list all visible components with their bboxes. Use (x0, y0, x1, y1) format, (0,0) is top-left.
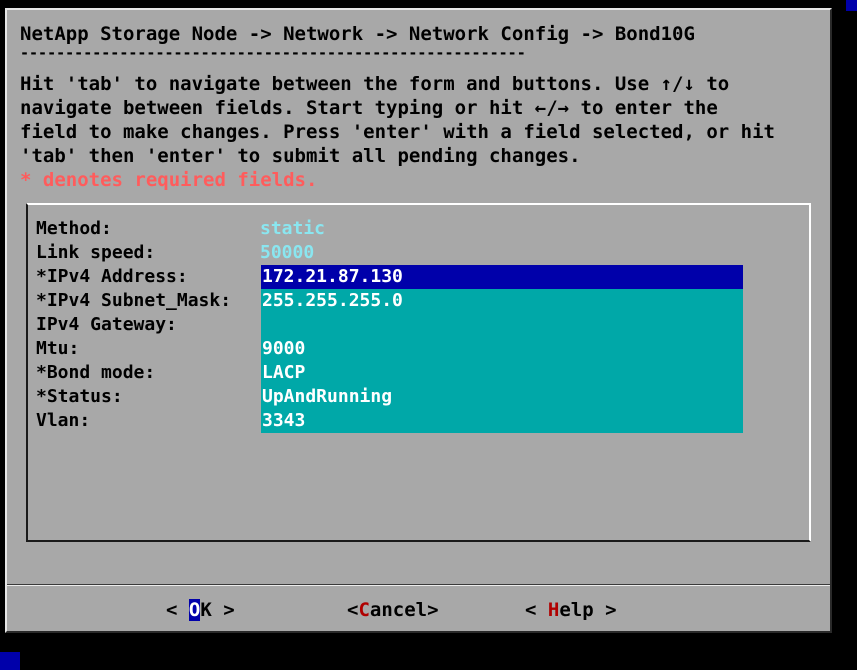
help-text-line-1: Hit 'tab' to navigate between the form a… (20, 73, 730, 95)
vlan-field[interactable]: 3343 (261, 409, 743, 433)
editable-fields: 172.21.87.130 255.255.255.0 9000 LACP Up… (261, 265, 743, 433)
bond-mode-label: *Bond mode: (36, 362, 156, 383)
bond10g-dialog: NetApp Storage Node -> Network -> Networ… (5, 8, 832, 633)
help-button-hotkey: H (547, 599, 560, 621)
help-text-line-3: field to make changes. Press 'enter' wit… (20, 121, 775, 143)
link-speed-value: 50000 (260, 242, 315, 263)
cancel-button-close: > (427, 599, 439, 621)
status-field[interactable]: UpAndRunning (261, 385, 743, 409)
ipv4-subnet-mask-field[interactable]: 255.255.255.0 (261, 289, 743, 313)
ok-button-label: K (200, 599, 212, 621)
mtu-label: Mtu: (36, 338, 80, 359)
help-button[interactable]: < Help > (525, 598, 617, 622)
bond-mode-field[interactable]: LACP (261, 361, 743, 385)
ipv4-subnet-mask-label: *IPv4 Subnet_Mask: (36, 290, 232, 311)
required-fields-note: * denotes required fields. (20, 169, 318, 191)
help-text-line-4: 'tab' then 'enter' to submit all pending… (20, 145, 581, 167)
help-text-line-2: navigate between fields. Start typing or… (20, 97, 718, 119)
vlan-label: Vlan: (36, 410, 91, 431)
title-separator: ----------------------------------------… (20, 44, 526, 62)
corner-accent (0, 652, 20, 670)
ok-button-close: > (211, 599, 235, 621)
dialog-title: NetApp Storage Node -> Network -> Networ… (20, 23, 695, 45)
link-speed-label: Link speed: (36, 242, 156, 263)
network-config-form: Method: Link speed: *IPv4 Address: *IPv4… (26, 203, 811, 542)
cancel-button-label: ancel (369, 599, 428, 621)
mtu-field[interactable]: 9000 (261, 337, 743, 361)
cancel-button[interactable]: <Cancel> (347, 598, 439, 622)
ipv4-address-label: *IPv4 Address: (36, 266, 188, 287)
method-label: Method: (36, 218, 112, 239)
ok-button-hotkey: O (188, 599, 201, 621)
status-label: *Status: (36, 386, 123, 407)
cancel-button-hotkey: C (358, 599, 370, 621)
ipv4-gateway-field[interactable] (261, 313, 743, 337)
ok-button[interactable]: < OK > (166, 598, 235, 622)
help-button-open: < (525, 599, 548, 621)
help-button-label: elp (559, 599, 594, 621)
ok-button-open: < (166, 599, 189, 621)
cancel-button-open: < (347, 599, 359, 621)
corner-accent (846, 0, 857, 11)
method-value: static (260, 218, 326, 239)
button-separator (7, 584, 830, 586)
ipv4-gateway-label: IPv4 Gateway: (36, 314, 177, 335)
ipv4-address-field[interactable]: 172.21.87.130 (261, 265, 743, 289)
help-button-close: > (593, 599, 617, 621)
